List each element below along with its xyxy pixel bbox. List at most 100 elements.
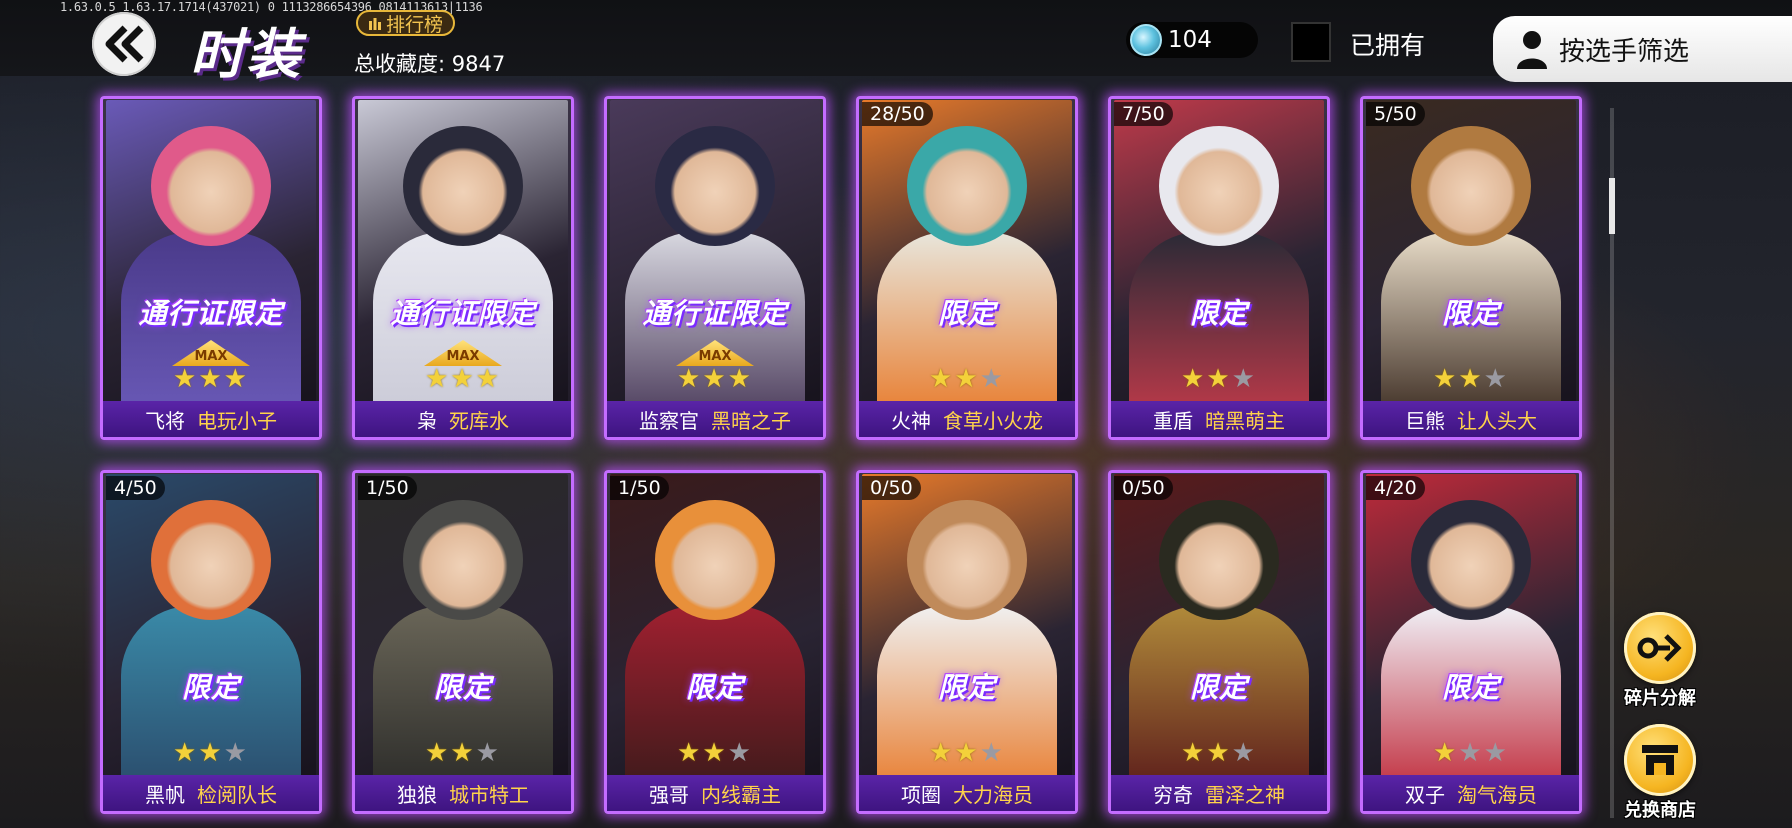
skin-artwork xyxy=(358,474,568,796)
fragment-progress: 5/50 xyxy=(1366,102,1425,126)
star-icon: ★ xyxy=(475,364,501,394)
star-icon: ★ xyxy=(475,738,501,768)
gem-icon xyxy=(1130,24,1162,56)
star-icon: ★ xyxy=(450,738,476,768)
character-portrait xyxy=(1159,126,1279,246)
limited-tag: 通行证限定 xyxy=(138,297,284,330)
shop-icon xyxy=(1624,724,1696,796)
skin-card[interactable]: 28/50 限定 ★★★ 火神 食草小火龙 xyxy=(856,96,1078,440)
skin-name-bar: 黑帆 检阅队长 xyxy=(103,775,319,811)
skin-name-bar: 火神 食草小火龙 xyxy=(859,401,1075,437)
star-rating: ★★★ xyxy=(856,738,1078,768)
hero-name: 巨熊 xyxy=(1405,408,1445,433)
star-icon: ★ xyxy=(1458,364,1484,394)
hero-name: 火神 xyxy=(891,408,931,433)
star-icon: ★ xyxy=(954,738,980,768)
star-rating: ★★★ xyxy=(1360,738,1582,768)
skin-name: 电玩小子 xyxy=(197,408,277,433)
exchange-shop-button[interactable]: 兑换商店 xyxy=(1612,724,1708,822)
hero-name: 强哥 xyxy=(649,782,689,807)
star-icon: ★ xyxy=(1458,738,1484,768)
star-icon: ★ xyxy=(1206,738,1232,768)
star-icon: ★ xyxy=(425,364,451,394)
scrollbar[interactable] xyxy=(1609,108,1615,818)
skin-card[interactable]: 7/50 限定 ★★★ 重盾 暗黑萌主 xyxy=(1108,96,1330,440)
skin-name-bar: 双子 淘气海员 xyxy=(1363,775,1579,811)
limited-tag: 限定 xyxy=(937,297,996,330)
skin-name: 大力海员 xyxy=(953,782,1033,807)
star-icon: ★ xyxy=(702,738,728,768)
skin-name-bar: 监察官 黑暗之子 xyxy=(607,401,823,437)
star-icon: ★ xyxy=(677,738,703,768)
star-icon: ★ xyxy=(1483,364,1509,394)
skin-card[interactable]: 4/20 限定 ★★★ 双子 淘气海员 xyxy=(1360,470,1582,814)
skin-name-bar: 枭死库水 xyxy=(355,401,571,437)
skin-card[interactable]: 通行证限定 MAX ★★★ 监察官 黑暗之子 xyxy=(604,96,826,440)
limited-tag: 限定 xyxy=(181,671,240,704)
star-rating: ★★★ xyxy=(1360,364,1582,394)
skin-card[interactable]: 5/50 限定 ★★★ 巨熊 让人头大 xyxy=(1360,96,1582,440)
star-rating: ★★★ xyxy=(604,364,826,394)
skin-name: 淘气海员 xyxy=(1457,782,1537,807)
skin-artwork xyxy=(610,474,820,796)
skin-name-bar: 项圈 大力海员 xyxy=(859,775,1075,811)
skin-card[interactable]: 0/50 限定 ★★★ 穷奇 雷泽之神 xyxy=(1108,470,1330,814)
filter-by-player-button[interactable]: 按选手筛选 xyxy=(1493,16,1792,82)
scrollbar-thumb[interactable] xyxy=(1609,178,1615,234)
fragment-progress: 0/50 xyxy=(1114,476,1173,500)
hero-name: 双子 xyxy=(1405,782,1445,807)
character-portrait xyxy=(403,500,523,620)
star-rating: ★★★ xyxy=(1108,738,1330,768)
star-icon: ★ xyxy=(223,364,249,394)
skin-artwork xyxy=(106,474,316,796)
fragment-progress: 7/50 xyxy=(1114,102,1173,126)
skin-name: 内线霸主 xyxy=(701,782,781,807)
skin-card[interactable]: 通行证限定 MAX ★★★ 飞将 电玩小子 xyxy=(100,96,322,440)
fragment-progress: 4/50 xyxy=(106,476,165,500)
star-icon: ★ xyxy=(727,738,753,768)
star-rating: ★★★ xyxy=(100,364,322,394)
skin-card[interactable]: 1/50 限定 ★★★ 强哥 内线霸主 xyxy=(604,470,826,814)
person-icon xyxy=(1517,31,1547,69)
fragment-progress: 0/50 xyxy=(862,476,921,500)
skin-name: 检阅队长 xyxy=(197,782,277,807)
skin-artwork xyxy=(1366,474,1576,796)
character-portrait xyxy=(151,126,271,246)
hero-name: 黑帆 xyxy=(145,782,185,807)
star-icon: ★ xyxy=(954,364,980,394)
skin-card[interactable]: 通行证限定 MAX ★★★ 枭死库水 xyxy=(352,96,574,440)
double-chevron-left-icon xyxy=(105,25,144,63)
star-icon: ★ xyxy=(1433,738,1459,768)
bar-chart-icon xyxy=(369,18,381,30)
hero-name: 监察官 xyxy=(639,408,699,433)
limited-tag: 限定 xyxy=(685,671,744,704)
character-portrait xyxy=(403,126,523,246)
fragment-decompose-button[interactable]: 碎片分解 xyxy=(1612,612,1708,710)
skin-name: 黑暗之子 xyxy=(711,408,791,433)
leaderboard-button[interactable]: 排行榜 xyxy=(356,10,456,36)
character-portrait xyxy=(151,500,271,620)
star-icon: ★ xyxy=(198,364,224,394)
skin-card[interactable]: 1/50 限定 ★★★ 独狼 城市特工 xyxy=(352,470,574,814)
star-rating: ★★★ xyxy=(352,738,574,768)
star-icon: ★ xyxy=(727,364,753,394)
skin-name: 雷泽之神 xyxy=(1205,782,1285,807)
fragment-progress: 1/50 xyxy=(610,476,669,500)
skin-card[interactable]: 4/50 限定 ★★★ 黑帆 检阅队长 xyxy=(100,470,322,814)
shop-label: 兑换商店 xyxy=(1624,800,1696,821)
character-portrait xyxy=(1411,500,1531,620)
star-icon: ★ xyxy=(677,364,703,394)
skin-card[interactable]: 0/50 限定 ★★★ 项圈 大力海员 xyxy=(856,470,1078,814)
skin-name-bar: 强哥 内线霸主 xyxy=(607,775,823,811)
star-icon: ★ xyxy=(1231,738,1257,768)
limited-tag: 通行证限定 xyxy=(642,297,788,330)
star-rating: ★★★ xyxy=(856,364,1078,394)
limited-tag: 限定 xyxy=(433,671,492,704)
currency-display: 104 xyxy=(1126,22,1258,58)
owned-checkbox[interactable] xyxy=(1291,22,1331,62)
hero-name: 项圈 xyxy=(901,782,941,807)
character-portrait xyxy=(907,126,1027,246)
collection-score: 总收藏度: 9847 xyxy=(354,52,506,76)
back-button[interactable] xyxy=(92,12,156,76)
character-portrait xyxy=(1411,126,1531,246)
